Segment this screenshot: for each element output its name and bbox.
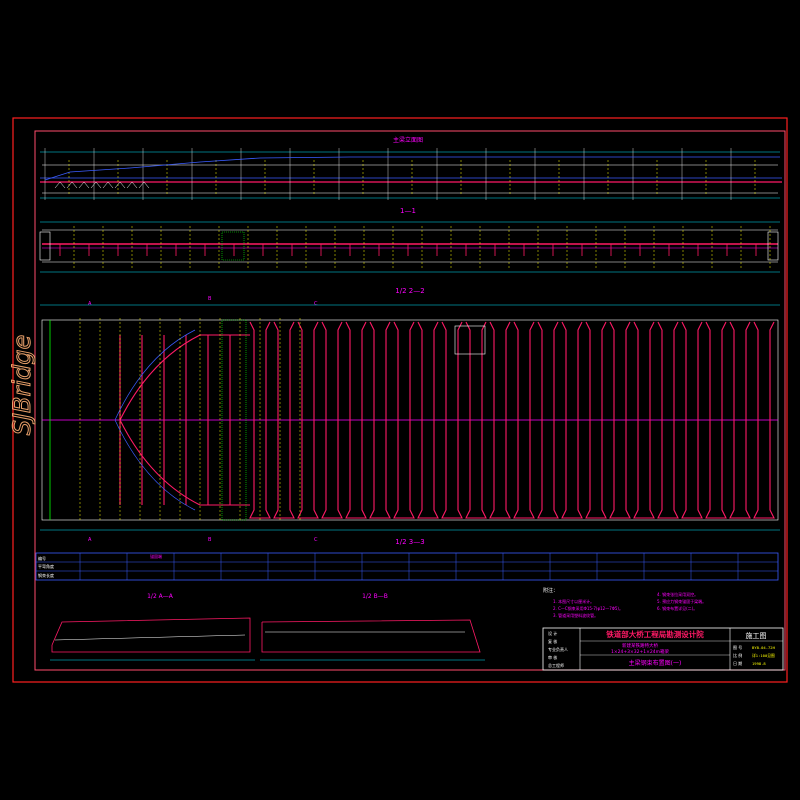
table-frame <box>35 552 779 581</box>
tb-row-5: 总工程师 <box>548 662 564 668</box>
tb-info-value-3: 1998.8 <box>752 661 766 666</box>
elev-chevron <box>114 181 126 189</box>
outer-border <box>12 117 788 683</box>
top-elevation-title: 主梁立面图 <box>393 136 423 144</box>
elev-tendon-curve <box>44 156 780 181</box>
tb-project-2: 1×24+3×32+1×24m箱梁 <box>611 648 670 655</box>
tb-info-value-2: 详1:100见图 <box>752 653 775 658</box>
marker-c-top: C <box>314 301 318 307</box>
section-aa-tendon <box>54 634 246 641</box>
note-left-3: 3. 管道采用塑料波纹管。 <box>553 612 598 618</box>
marker-a-bot: A <box>88 537 92 543</box>
note-left-1: 1. 本图尺寸以厘米计。 <box>553 598 594 604</box>
note-right-2: 5. 预应力钢束锚固于梁端。 <box>657 598 706 604</box>
tb-info-label-1: 图 号 <box>733 644 742 650</box>
tb-row-3: 专业负责人 <box>548 646 568 652</box>
plan-title: 1/2 2—2 <box>395 287 424 295</box>
note-right-3: 6. 钢束布置详见(二)。 <box>657 605 697 611</box>
marker-c-bot: C <box>314 537 318 543</box>
table-label-1: 编号 <box>38 555 46 561</box>
elev-chevron <box>126 181 138 189</box>
tendon-plan-view <box>40 304 780 531</box>
title-block: 铁道部大桥工程局勘测设计院 新建某铁路特大桥 1×24+3×32+1×24m箱梁… <box>542 627 784 671</box>
cross-sections <box>50 617 485 661</box>
tb-row-4: 审 核 <box>548 654 557 660</box>
mid-end-block-right <box>767 231 779 261</box>
mid-end-block <box>39 231 51 261</box>
elevation-view <box>40 148 782 200</box>
elev-chevron <box>90 181 102 189</box>
table-label-2: 平弯角度 <box>38 563 54 569</box>
tb-project-1: 新建某铁路特大桥 <box>622 642 658 649</box>
notes-heading: 附注： <box>543 587 558 594</box>
marker-b-top: B <box>208 296 212 302</box>
tb-drawing-name: 主梁钢束布置图(一) <box>629 659 682 667</box>
plan-subtitle: 1/2 3—3 <box>395 538 424 546</box>
elev-chevron <box>102 181 114 189</box>
table-label-3: 钢束长度 <box>38 572 54 578</box>
elev-chevron <box>138 181 150 189</box>
marker-a-top: A <box>88 301 92 307</box>
tb-institute: 铁道部大桥工程局勘测设计院 <box>606 629 704 639</box>
section-bb-outline <box>261 619 481 653</box>
section-aa-outline <box>51 617 251 653</box>
note-left-2: 2. C—C钢束采用Φ15-7(φ12—7Φ5)。 <box>553 605 623 611</box>
middle-section-title: 1—1 <box>400 207 416 215</box>
tb-info-label-2: 比 例 <box>733 652 742 658</box>
section-aa-title: 1/2 A—A <box>147 593 174 600</box>
longitudinal-section-view <box>39 221 780 273</box>
table-header-mark: 锚固端 <box>150 553 162 559</box>
tb-info-value-1: BYB-04-72H <box>752 645 776 650</box>
note-right-1: 4. 钢束张拉采用双控。 <box>657 591 698 597</box>
tb-stage: 施工图 <box>746 631 767 640</box>
mid-hatch-block <box>221 231 245 261</box>
tb-info-label-3: 日 期 <box>733 660 742 666</box>
tb-row-1: 设 计 <box>548 630 557 636</box>
elev-chevron <box>54 181 66 189</box>
tendon-table <box>35 552 779 581</box>
watermark-text: SJBridge <box>8 335 36 436</box>
marker-b-bot: B <box>208 537 212 543</box>
tb-row-2: 复 核 <box>548 638 557 644</box>
drawing-svg: SJBridge 主梁立面图 1—1 1/2 2—2 1/2 3—3 1/2 A… <box>8 117 788 683</box>
cad-drawing-canvas: SJBridge 主梁立面图 1—1 1/2 2—2 1/2 3—3 1/2 A… <box>0 0 800 800</box>
elev-chevron <box>66 181 78 189</box>
elev-chevron <box>78 181 90 189</box>
section-bb-title: 1/2 B—B <box>362 593 388 600</box>
